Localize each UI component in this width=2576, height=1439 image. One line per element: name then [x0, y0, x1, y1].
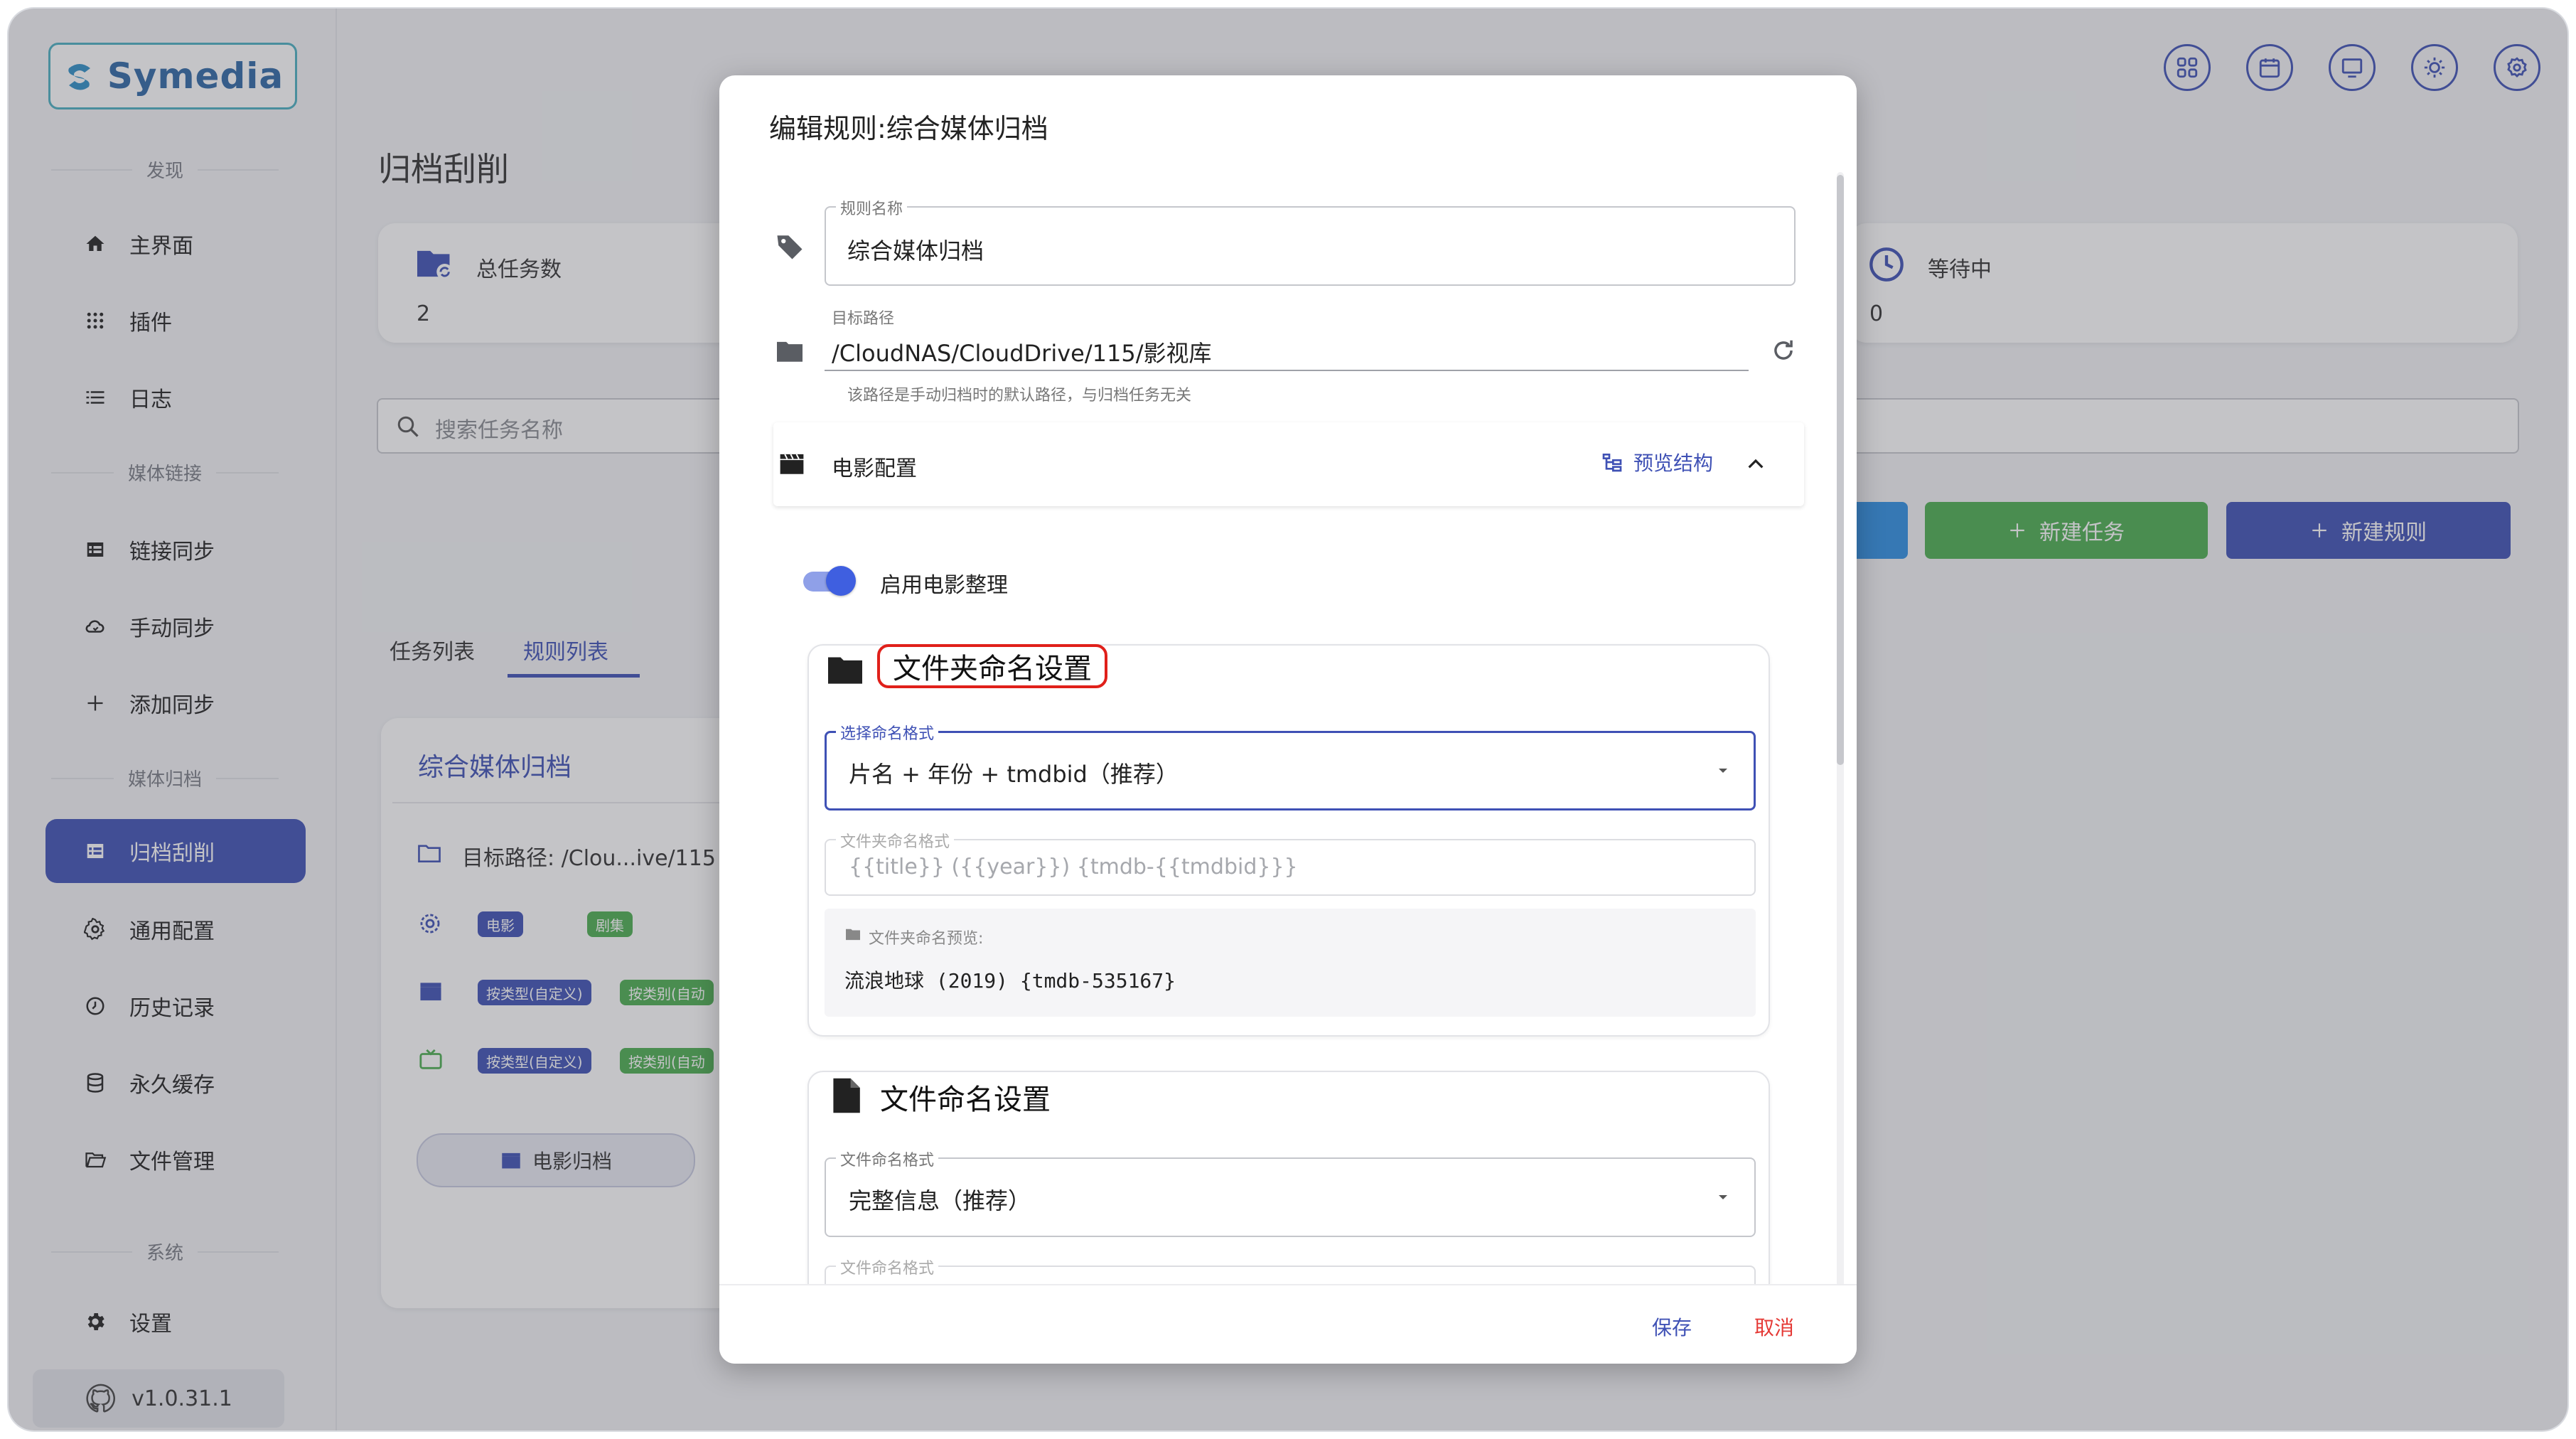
scrollbar-thumb[interactable] [1837, 175, 1844, 765]
cancel-button[interactable]: 取消 [1754, 1312, 1794, 1341]
panel-title: 文件命名设置 [880, 1084, 1051, 1116]
dropdown-arrow-icon [1719, 769, 1727, 773]
folder-preview-box [825, 909, 1756, 1017]
file-icon [833, 1078, 860, 1113]
save-button[interactable]: 保存 [1652, 1312, 1692, 1341]
dropdown-arrow-icon [1719, 1195, 1727, 1199]
target-path-value[interactable]: /CloudNAS/CloudDrive/115/影视库 [832, 336, 1211, 368]
clapperboard-icon [780, 454, 804, 474]
tag-icon [777, 235, 803, 260]
edit-rule-dialog: 编辑规则:综合媒体归档 规则名称 综合媒体归档 目标路径 /CloudNAS/C… [719, 75, 1857, 1364]
target-path-hint: 该路径是手动归档时的默认路径，与归档任务无关 [847, 387, 1192, 405]
movie-config-header[interactable]: 电影配置 预览结构 [773, 422, 1804, 506]
chevron-up-icon[interactable] [1744, 452, 1767, 475]
toggle-label: 启用电影整理 [880, 573, 1008, 598]
target-path-underline [825, 370, 1749, 371]
rule-name-label: 规则名称 [836, 196, 908, 219]
format-value: {{title}} ({{year}}) {tmdb-{{tmdbid}}} [849, 855, 1298, 879]
preview-value: 流浪地球 (2019) {tmdb-535167} [844, 969, 1176, 993]
app-window: Symedia 发现 主界面 插件 日志 媒体链接 链接同步 手动同步 添加同步… [9, 9, 2567, 1430]
dialog-title: 编辑规则:综合媒体归档 [769, 113, 1048, 144]
target-path-label: 目标路径 [832, 310, 895, 328]
folder-icon [777, 341, 803, 362]
folder-naming-title-highlight: 文件夹命名设置 [877, 644, 1107, 688]
button-label: 预览结构 [1633, 451, 1714, 475]
format-label: 文件夹命名格式 [836, 829, 955, 852]
select-label: 文件命名格式 [836, 1148, 939, 1170]
section-title: 电影配置 [832, 456, 917, 481]
select-value: 完整信息（推荐） [849, 1187, 1031, 1214]
select-label: 选择命名格式 [836, 721, 939, 744]
preview-structure-button[interactable]: 预览结构 [1601, 448, 1713, 476]
rule-name-value: 综合媒体归档 [847, 237, 984, 264]
panel-title: 文件夹命名设置 [893, 653, 1092, 685]
folder-icon [828, 657, 862, 684]
format-label: 文件命名格式 [836, 1256, 939, 1278]
preview-label: 文件夹命名预览: [869, 930, 984, 948]
folder-icon [846, 929, 860, 941]
toggle-knob[interactable] [826, 566, 856, 596]
dialog-footer: 保存 取消 [719, 1284, 1857, 1364]
refresh-icon[interactable] [1770, 337, 1797, 364]
tree-icon [1602, 454, 1622, 472]
select-value: 片名 + 年份 + tmdbid（推荐） [849, 761, 1179, 788]
